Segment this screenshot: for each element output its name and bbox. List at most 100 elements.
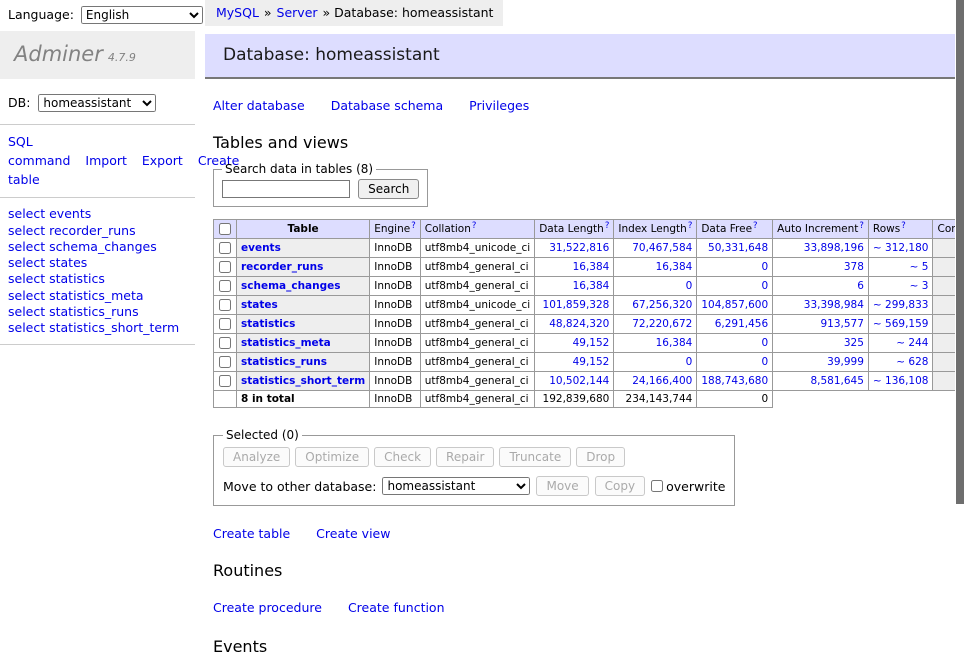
overwrite-checkbox[interactable] <box>651 480 663 492</box>
rows-link[interactable]: ~ 244 <box>896 337 928 349</box>
index_length-link[interactable]: 24,166,400 <box>632 375 692 387</box>
table-link-statistics-meta[interactable]: statistics_meta <box>241 337 331 349</box>
link-create-procedure[interactable]: Create procedure <box>213 600 322 615</box>
data_length-link[interactable]: 16,384 <box>573 280 610 292</box>
data_free-link[interactable]: 188,743,680 <box>701 375 768 387</box>
search-input[interactable] <box>222 180 350 198</box>
link-create-view[interactable]: Create view <box>316 526 390 541</box>
move-db-select[interactable]: homeassistant <box>382 477 530 495</box>
db-link-alter-database[interactable]: Alter database <box>213 98 305 113</box>
data_free-link[interactable]: 0 <box>761 261 768 273</box>
data_free-link[interactable]: 0 <box>761 337 768 349</box>
data_free-link[interactable]: 0 <box>761 356 768 368</box>
auto_increment-link[interactable]: 6 <box>857 280 864 292</box>
auto_increment-link[interactable]: 913,577 <box>821 318 864 330</box>
auto_increment-link[interactable]: 33,398,984 <box>804 299 864 311</box>
table-link-events[interactable]: events <box>241 242 281 254</box>
link-create-function[interactable]: Create function <box>348 600 445 615</box>
breadcrumb-link-server[interactable]: Server <box>277 5 318 20</box>
truncate-button[interactable]: Truncate <box>499 447 571 467</box>
sidebar-select-statistics-runs[interactable]: select statistics_runs <box>8 304 139 319</box>
data_free-link[interactable]: 6,291,456 <box>715 318 768 330</box>
rows-link[interactable]: ~ 3 <box>910 280 929 292</box>
auto_increment-link[interactable]: 33,898,196 <box>804 242 864 254</box>
sidebar-action-import[interactable]: Import <box>85 153 127 168</box>
table-link-statistics-short-term[interactable]: statistics_short_term <box>241 375 365 387</box>
index_length-link[interactable]: 72,220,672 <box>632 318 692 330</box>
help-link[interactable]: ? <box>753 221 758 231</box>
table-link-schema-changes[interactable]: schema_changes <box>241 280 341 292</box>
help-link[interactable]: ? <box>859 221 864 231</box>
auto_increment-link[interactable]: 378 <box>844 261 864 273</box>
sidebar-select-schema-changes[interactable]: select schema_changes <box>8 239 157 254</box>
table-link-recorder-runs[interactable]: recorder_runs <box>241 261 323 273</box>
help-link[interactable]: ? <box>901 221 906 231</box>
sidebar-select-statistics[interactable]: select statistics <box>8 271 105 286</box>
table-link-statistics[interactable]: statistics <box>241 318 295 330</box>
help-link[interactable]: ? <box>411 221 416 231</box>
data_length-link[interactable]: 49,152 <box>573 337 610 349</box>
table-link-statistics-runs[interactable]: statistics_runs <box>241 356 327 368</box>
scrollbar-thumb[interactable] <box>956 0 964 504</box>
row-checkbox[interactable] <box>219 375 231 387</box>
search-button[interactable]: Search <box>358 179 419 199</box>
table-link-states[interactable]: states <box>241 299 278 311</box>
row-checkbox[interactable] <box>219 242 231 254</box>
rows-link[interactable]: ~ 5 <box>910 261 929 273</box>
data_free-link[interactable]: 0 <box>761 280 768 292</box>
rows-link[interactable]: ~ 136,108 <box>873 375 929 387</box>
check-button[interactable]: Check <box>374 447 431 467</box>
sidebar-select-statistics-meta[interactable]: select statistics_meta <box>8 288 144 303</box>
repair-button[interactable]: Repair <box>436 447 494 467</box>
sidebar-action-sql-command[interactable]: SQL command <box>8 134 70 168</box>
scrollbar-track[interactable] <box>955 0 966 543</box>
data_length-link[interactable]: 48,824,320 <box>549 318 609 330</box>
rows-link[interactable]: ~ 299,833 <box>873 299 929 311</box>
index_length-link[interactable]: 16,384 <box>656 261 693 273</box>
row-checkbox[interactable] <box>219 337 231 349</box>
index_length-link[interactable]: 0 <box>686 356 693 368</box>
index_length-link[interactable]: 70,467,584 <box>632 242 692 254</box>
rows-link[interactable]: ~ 312,180 <box>873 242 929 254</box>
auto_increment-link[interactable]: 8,581,645 <box>810 375 863 387</box>
sidebar-select-events[interactable]: select events <box>8 206 91 221</box>
db-link-privileges[interactable]: Privileges <box>469 98 529 113</box>
row-checkbox[interactable] <box>219 261 231 273</box>
move-button[interactable]: Move <box>536 476 588 496</box>
sidebar-select-states[interactable]: select states <box>8 255 87 270</box>
index_length-link[interactable]: 67,256,320 <box>632 299 692 311</box>
data_free-link[interactable]: 50,331,648 <box>708 242 768 254</box>
language-select[interactable]: English <box>81 6 203 24</box>
analyze-button[interactable]: Analyze <box>223 447 290 467</box>
sidebar-select-recorder-runs[interactable]: select recorder_runs <box>8 223 136 238</box>
breadcrumb-link-mysql[interactable]: MySQL <box>216 5 259 20</box>
row-checkbox[interactable] <box>219 356 231 368</box>
db-select[interactable]: homeassistant <box>38 94 156 112</box>
row-checkbox[interactable] <box>219 299 231 311</box>
db-link-database-schema[interactable]: Database schema <box>331 98 443 113</box>
help-link[interactable]: ? <box>688 221 693 231</box>
auto_increment-link[interactable]: 39,999 <box>827 356 864 368</box>
auto_increment-link[interactable]: 325 <box>844 337 864 349</box>
optimize-button[interactable]: Optimize <box>295 447 369 467</box>
row-checkbox[interactable] <box>219 280 231 292</box>
index_length-link[interactable]: 0 <box>686 280 693 292</box>
data_length-link[interactable]: 10,502,144 <box>549 375 609 387</box>
sidebar-action-export[interactable]: Export <box>142 153 183 168</box>
index_length-link[interactable]: 16,384 <box>656 337 693 349</box>
select-all-checkbox[interactable] <box>219 223 231 235</box>
data_length-link[interactable]: 101,859,328 <box>543 299 610 311</box>
link-create-table[interactable]: Create table <box>213 526 290 541</box>
data_length-link[interactable]: 16,384 <box>573 261 610 273</box>
data_length-link[interactable]: 49,152 <box>573 356 610 368</box>
sidebar-select-statistics-short-term[interactable]: select statistics_short_term <box>8 320 179 335</box>
drop-button[interactable]: Drop <box>576 447 625 467</box>
rows-link[interactable]: ~ 628 <box>896 356 928 368</box>
data_length-link[interactable]: 31,522,816 <box>549 242 609 254</box>
row-checkbox[interactable] <box>219 318 231 330</box>
copy-button[interactable]: Copy <box>595 476 645 496</box>
rows-link[interactable]: ~ 569,159 <box>873 318 929 330</box>
help-link[interactable]: ? <box>605 221 610 231</box>
help-link[interactable]: ? <box>472 221 477 231</box>
data_free-link[interactable]: 104,857,600 <box>701 299 768 311</box>
